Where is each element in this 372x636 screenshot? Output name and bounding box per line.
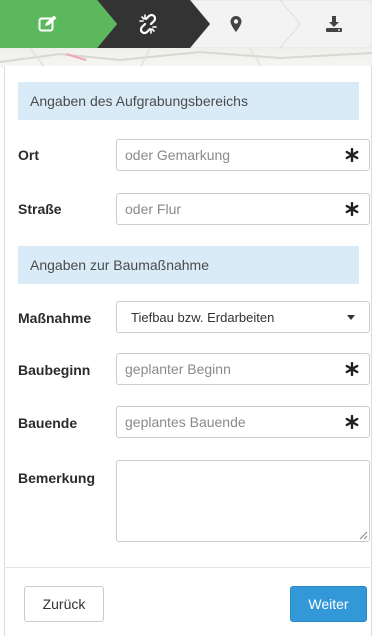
- required-asterisk-icon: [345, 362, 359, 376]
- strasse-input[interactable]: [117, 194, 345, 224]
- bauende-field[interactable]: [116, 406, 370, 438]
- ort-field[interactable]: [116, 139, 370, 171]
- map-marker-icon[interactable]: [224, 12, 248, 36]
- field-label-bauende: Bauende: [18, 415, 78, 431]
- back-button[interactable]: Zurück: [24, 586, 104, 622]
- ort-input[interactable]: [117, 140, 345, 170]
- required-asterisk-icon: [345, 202, 359, 216]
- edit-icon[interactable]: [36, 12, 60, 36]
- massnahme-select[interactable]: Tiefbau bzw. Erdarbeiten: [116, 301, 370, 333]
- massnahme-selected-value: Tiefbau bzw. Erdarbeiten: [131, 310, 275, 325]
- field-label-baubeginn: Baubeginn: [18, 362, 91, 378]
- bemerkung-textarea[interactable]: [116, 460, 370, 542]
- next-button[interactable]: Weiter: [290, 586, 367, 622]
- step-progress-bar: [0, 0, 372, 48]
- unlink-icon[interactable]: [136, 12, 160, 36]
- baubeginn-input[interactable]: [117, 354, 345, 384]
- required-asterisk-icon: [345, 415, 359, 429]
- field-label-strasse: Straße: [18, 201, 62, 217]
- resize-grip-icon[interactable]: [358, 530, 368, 540]
- strasse-field[interactable]: [116, 193, 370, 225]
- download-icon[interactable]: [322, 12, 346, 36]
- required-asterisk-icon: [345, 148, 359, 162]
- map-background: [0, 48, 372, 68]
- field-label-massnahme: Maßnahme: [18, 310, 92, 326]
- field-label-bemerkung: Bemerkung: [18, 470, 96, 486]
- section-header-excavation-area: Angaben des Aufgrabungsbereichs: [18, 82, 359, 120]
- footer-divider: [4, 567, 370, 568]
- chevron-down-icon: [347, 315, 355, 320]
- baubeginn-field[interactable]: [116, 353, 370, 385]
- field-label-ort: Ort: [18, 147, 39, 163]
- bauende-input[interactable]: [117, 407, 345, 437]
- section-header-construction-measure: Angaben zur Baumaßnahme: [18, 246, 359, 284]
